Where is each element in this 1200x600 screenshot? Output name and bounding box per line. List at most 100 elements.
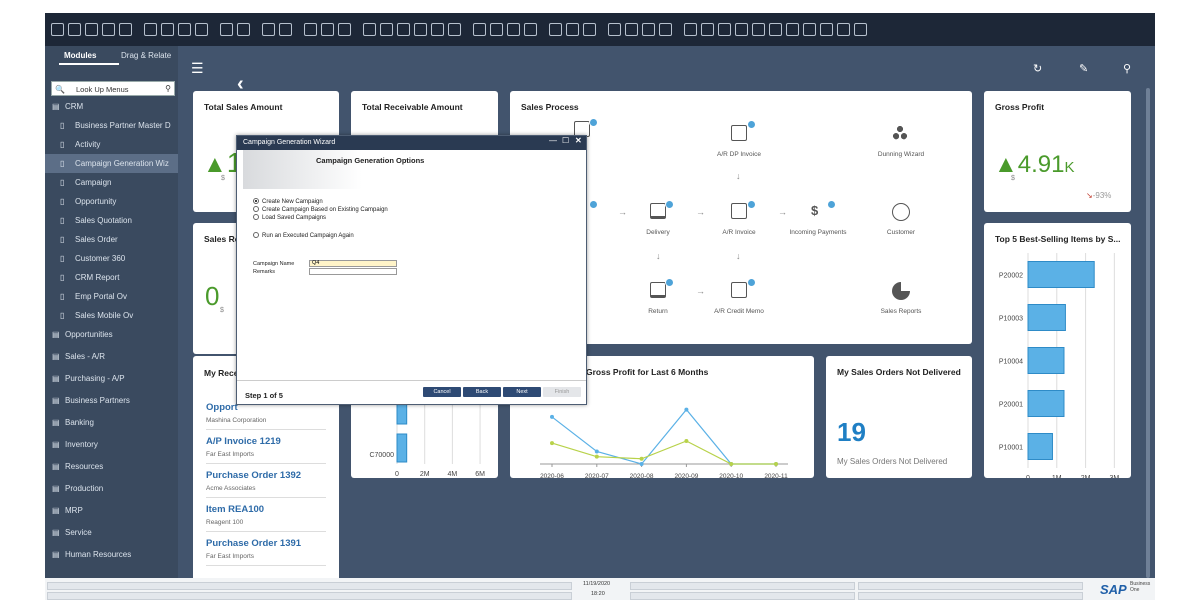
toolbar-button-icon[interactable] [608,23,621,36]
radio[interactable] [253,206,259,212]
cancel-button[interactable]: Cancel [423,387,461,397]
toolbar-button-icon[interactable] [414,23,427,36]
option-based-existing[interactable]: Create Campaign Based on Existing Campai… [253,206,388,213]
sidebar-item-banking[interactable]: ▤ Banking [45,413,178,432]
toolbar-button-icon[interactable] [51,23,64,36]
toolbar-button-icon[interactable] [102,23,115,36]
sidebar-item-opportunity[interactable]: ▯ Opportunity [45,192,178,211]
receivable-link[interactable]: Item REA100 [206,504,264,515]
toolbar-button-icon[interactable] [397,23,410,36]
toolbar-button-icon[interactable] [85,23,98,36]
campaign-name-field[interactable]: Q4 [309,260,397,267]
ar-credit-memo-icon[interactable] [731,282,747,298]
sidebar-item-human-resources[interactable]: ▤ Human Resources [45,545,178,564]
sidebar-item-opportunities[interactable]: ▤ Opportunities [45,325,178,344]
dialog-titlebar[interactable]: Campaign Generation Wizard [237,136,586,150]
sidebar-item-service[interactable]: ▤ Service [45,523,178,542]
sidebar-item-customer-360[interactable]: ▯ Customer 360 [45,249,178,268]
tab-drag-relate[interactable]: Drag & Relate [121,51,171,60]
toolbar-button-icon[interactable] [431,23,444,36]
radio[interactable] [253,232,259,238]
sidebar-item-sales-quotation[interactable]: ▯ Sales Quotation [45,211,178,230]
option-create-new[interactable]: Create New Campaign [253,198,323,205]
toolbar-button-icon[interactable] [803,23,816,36]
toolbar-button-icon[interactable] [161,23,174,36]
toolbar-button-icon[interactable] [448,23,461,36]
toolbar-button-icon[interactable] [524,23,537,36]
toolbar-button-icon[interactable] [583,23,596,36]
toolbar-button-icon[interactable] [642,23,655,36]
toolbar-button-icon[interactable] [854,23,867,36]
search-icon[interactable]: ⚲ [1123,62,1131,75]
ar-invoice-icon[interactable] [731,203,747,219]
toolbar-button-icon[interactable] [144,23,157,36]
card-top5[interactable]: Top 5 Best-Selling Items by S... 0 1M 2M 3M… [984,223,1131,478]
incoming-payments-icon[interactable]: $ [811,203,827,219]
minimize-icon[interactable]: — [549,136,557,145]
sidebar-item-activity[interactable]: ▯ Activity [45,135,178,154]
card-total-receivable[interactable]: Total Receivable Amount [351,91,498,141]
customer-icon[interactable] [892,203,910,221]
toolbar-button-icon[interactable] [473,23,486,36]
edit-pencil-icon[interactable]: ✎ [1079,62,1088,75]
maximize-icon[interactable]: ☐ [562,136,569,145]
dashboard-scrollbar[interactable] [1146,88,1150,578]
close-icon[interactable]: ✕ [575,136,582,145]
toolbar-button-icon[interactable] [304,23,317,36]
sidebar-item-crm[interactable]: ▤ CRM [45,97,178,116]
sidebar-item-inventory[interactable]: ▤ Inventory [45,435,178,454]
sidebar-item-business-partner-master-d[interactable]: ▯ Business Partner Master D [45,116,178,135]
finish-button[interactable]: Finish [543,387,581,397]
toolbar-button-icon[interactable] [279,23,292,36]
toolbar-button-icon[interactable] [701,23,714,36]
radio-selected[interactable] [253,198,259,204]
return-cart-icon[interactable] [650,282,666,298]
card-gross-profit[interactable]: Gross Profit ▲4.91K $ ↘-93% [984,91,1131,212]
receivable-link[interactable]: Purchase Order 1392 [206,470,301,481]
toolbar-button-icon[interactable] [549,23,562,36]
toolbar-button-icon[interactable] [684,23,697,36]
sidebar-item-campaign-generation-wiz[interactable]: ▯ Campaign Generation Wiz [45,154,178,173]
toolbar-button-icon[interactable] [566,23,579,36]
search-go-icon[interactable]: ⚲ [165,84,171,93]
toolbar-button-icon[interactable] [718,23,731,36]
toolbar-button-icon[interactable] [769,23,782,36]
receivable-link[interactable]: A/P Invoice 1219 [206,436,281,447]
sidebar-item-business-partners[interactable]: ▤ Business Partners [45,391,178,410]
toolbar-button-icon[interactable] [68,23,81,36]
sidebar-item-mrp[interactable]: ▤ MRP [45,501,178,520]
sidebar-item-purchasing-a-p[interactable]: ▤ Purchasing - A/P [45,369,178,388]
option-load-saved[interactable]: Load Saved Campaigns [253,214,326,221]
sidebar-item-sales-mobile-ov[interactable]: ▯ Sales Mobile Ov [45,306,178,325]
sidebar-item-resources[interactable]: ▤ Resources [45,457,178,476]
refresh-icon[interactable]: ↻ [1033,62,1042,75]
toolbar-button-icon[interactable] [363,23,376,36]
toolbar-button-icon[interactable] [786,23,799,36]
toolbar-button-icon[interactable] [625,23,638,36]
next-button[interactable]: Next [503,387,541,397]
sidebar-item-sales-a-r[interactable]: ▤ Sales - A/R [45,347,178,366]
toolbar-button-icon[interactable] [220,23,233,36]
receivable-link[interactable]: Purchase Order 1391 [206,538,301,549]
option-run-again[interactable]: Run an Executed Campaign Again [253,232,354,239]
sales-reports-pie-icon[interactable] [892,282,910,300]
delivery-cart-icon[interactable] [650,203,666,219]
sidebar-item-crm-report[interactable]: ▯ CRM Report [45,268,178,287]
menu-search-input[interactable]: 🔍 Look Up Menus ⚲ [51,81,175,96]
toolbar-button-icon[interactable] [262,23,275,36]
toolbar-button-icon[interactable] [507,23,520,36]
toolbar-button-icon[interactable] [178,23,191,36]
sidebar-item-sales-order[interactable]: ▯ Sales Order [45,230,178,249]
receivable-link[interactable]: Opport [206,402,238,413]
toolbar-button-icon[interactable] [321,23,334,36]
sidebar-item-production[interactable]: ▤ Production [45,479,178,498]
toolbar-button-icon[interactable] [752,23,765,36]
menu-icon[interactable]: ☰ [191,60,204,77]
toolbar-button-icon[interactable] [490,23,503,36]
tab-modules[interactable]: Modules [64,51,96,60]
ar-dp-invoice-icon[interactable] [731,125,747,141]
back-button[interactable]: Back [463,387,501,397]
sidebar-item-emp-portal-ov[interactable]: ▯ Emp Portal Ov [45,287,178,306]
toolbar-button-icon[interactable] [837,23,850,36]
radio[interactable] [253,214,259,220]
